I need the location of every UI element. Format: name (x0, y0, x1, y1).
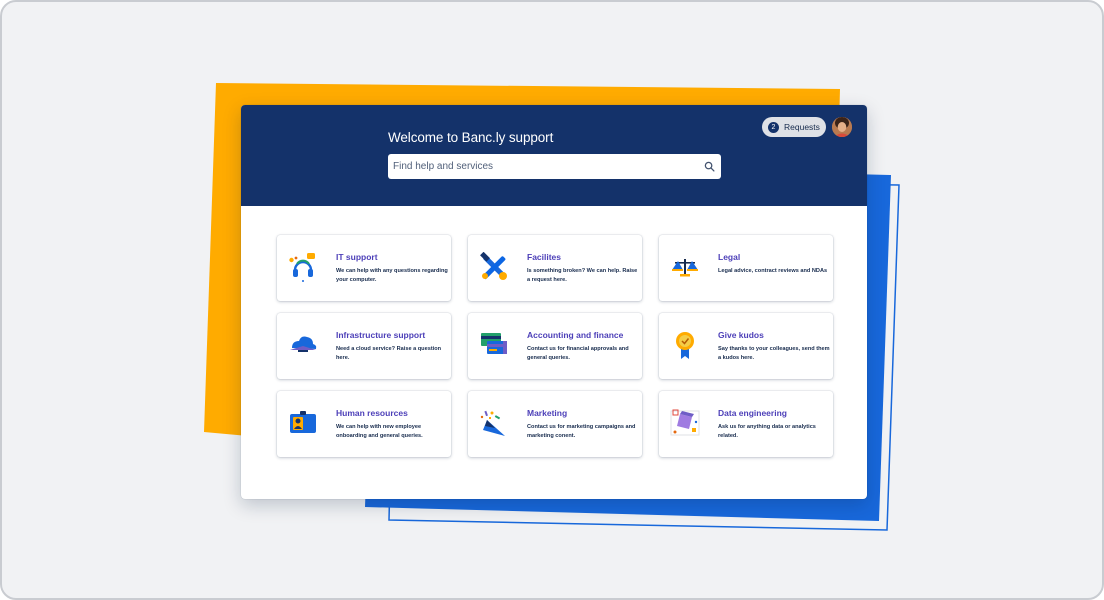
requests-count-badge: 2 (768, 121, 779, 133)
id-badge-icon (290, 411, 316, 433)
scales-icon (672, 259, 698, 277)
card-title: Data engineering (718, 408, 787, 418)
card-title: Legal (718, 252, 741, 262)
portal-title: Welcome to Banc.ly support (388, 130, 554, 145)
card-title: Give kudos (718, 330, 764, 340)
user-avatar[interactable] (832, 117, 852, 137)
card-infrastructure-support[interactable]: Infrastructure support Need a cloud serv… (277, 313, 451, 379)
data-cube-icon (670, 409, 700, 436)
award-ribbon-icon (676, 332, 694, 359)
card-description: Legal advice, contract reviews and NDAs (718, 268, 828, 274)
requests-label: Requests (784, 122, 820, 132)
card-accounting-and-finance[interactable]: Accounting and finance Contact us for fi… (468, 313, 642, 379)
card-title: Infrastructure support (336, 330, 426, 340)
card-data-engineering[interactable]: Data engineering Ask us for anything dat… (659, 391, 833, 457)
card-description: Say thanks to your colleagues, send them… (718, 346, 830, 361)
card-title: Marketing (527, 408, 568, 418)
card-description: Contact us for marketing campaigns and m… (527, 424, 636, 439)
card-give-kudos[interactable]: Give kudos Say thanks to your colleagues… (659, 313, 833, 379)
card-title: Human resources (336, 408, 408, 418)
card-facilities[interactable]: Facilites Is something broken? We can he… (468, 235, 642, 301)
party-popper-icon (480, 410, 505, 436)
card-title: Facilites (527, 252, 562, 262)
help-center-portal: Welcome to Banc.ly support 2 Requests (241, 105, 867, 499)
search-input[interactable] (393, 154, 693, 179)
tools-icon (480, 252, 507, 280)
card-marketing[interactable]: Marketing Contact us for marketing campa… (468, 391, 642, 457)
card-human-resources[interactable]: Human resources We can help with new emp… (277, 391, 451, 457)
cloud-icon (290, 336, 317, 352)
card-description: Contact us for financial approvals and g… (527, 346, 629, 361)
card-title: IT support (336, 252, 378, 262)
card-description: Need a cloud service? Raise a question h… (336, 346, 442, 361)
card-description: We can help with any questions regarding… (336, 268, 448, 283)
card-description: We can help with new employee onboarding… (336, 424, 423, 439)
credit-cards-icon (481, 333, 507, 354)
card-title: Accounting and finance (527, 330, 624, 340)
portal-header: Welcome to Banc.ly support 2 Requests (241, 105, 867, 206)
card-description: Ask us for anything data or analytics re… (718, 424, 816, 439)
search-box[interactable] (388, 154, 721, 179)
background-frame: Welcome to Banc.ly support 2 Requests (0, 0, 1104, 600)
card-it-support[interactable]: IT support We can help with any question… (277, 235, 451, 301)
card-description: Is something broken? We can help. Raise … (527, 268, 638, 283)
headset-icon (289, 253, 315, 282)
search-icon[interactable] (704, 161, 715, 172)
requests-button[interactable]: 2 Requests (762, 117, 826, 137)
card-legal[interactable]: Legal Legal advice, contract reviews and… (659, 235, 833, 301)
